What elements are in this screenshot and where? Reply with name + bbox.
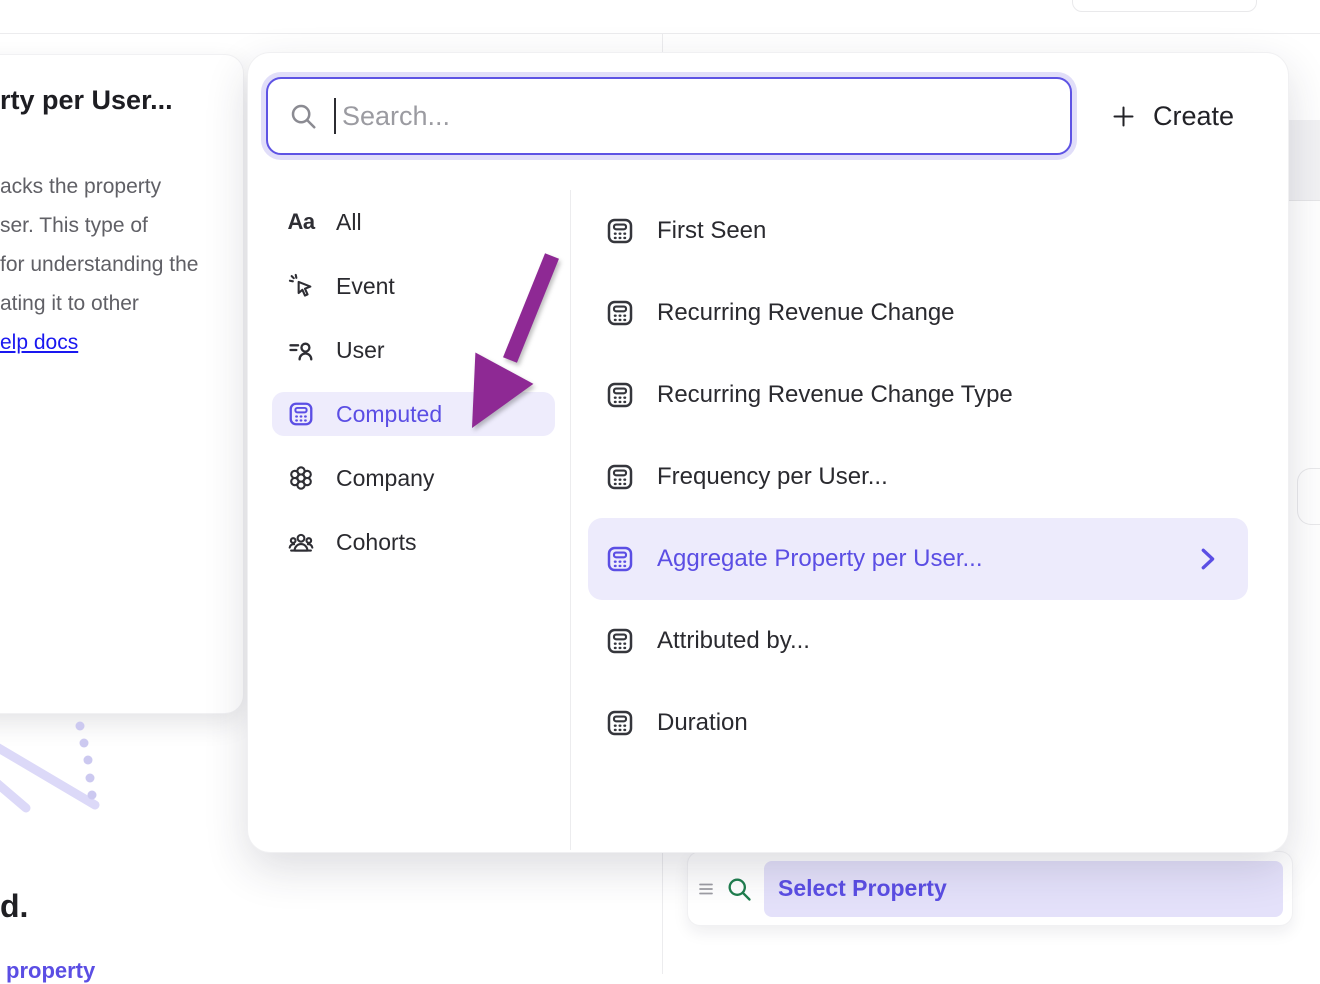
property-label: Duration — [657, 709, 748, 737]
user-list-icon — [287, 336, 315, 364]
category-all[interactable]: Aa All — [272, 200, 555, 244]
search-icon — [288, 101, 318, 131]
calculator-icon — [605, 626, 635, 656]
select-property-button[interactable]: Select Property — [764, 861, 1283, 917]
tooltip-text-line: acks the property — [0, 167, 198, 206]
top-divider — [0, 33, 1320, 34]
property-recurring-revenue-change-type[interactable]: Recurring Revenue Change Type — [588, 354, 1248, 436]
category-cohorts[interactable]: Cohorts — [272, 520, 555, 564]
property-duration[interactable]: Duration — [588, 682, 1248, 764]
calculator-icon — [605, 216, 635, 246]
category-label: Event — [336, 273, 395, 300]
cohorts-people-icon — [287, 528, 315, 556]
search-box — [266, 77, 1072, 155]
background-tab-edge — [1297, 468, 1320, 525]
category-label: All — [336, 209, 362, 236]
property-picker-modal: Create Aa All Event User Computed Company Coho… — [248, 53, 1288, 852]
modal-column-divider — [570, 190, 571, 850]
category-label: User — [336, 337, 385, 364]
calculator-icon — [287, 400, 315, 428]
tooltip-body: acks the propertyser. This type offor un… — [0, 167, 198, 323]
plus-icon — [1110, 103, 1137, 130]
property-label: Aggregate Property per User... — [657, 545, 983, 573]
property-recurring-revenue-change[interactable]: Recurring Revenue Change — [588, 272, 1248, 354]
create-button-label: Create — [1153, 101, 1234, 132]
property-frequency-per-user[interactable]: Frequency per User... — [588, 436, 1248, 518]
chevron-right-icon — [1192, 544, 1222, 574]
calculator-icon — [605, 708, 635, 738]
property-label: Attributed by... — [657, 627, 810, 655]
search-input[interactable] — [340, 100, 1070, 133]
background-button-outline — [1072, 0, 1257, 12]
text-aa-icon: Aa — [287, 208, 315, 236]
category-company[interactable]: Company — [272, 456, 555, 500]
property-search-icon — [725, 875, 753, 903]
drag-handle-icon[interactable] — [697, 879, 717, 899]
text-cursor — [334, 98, 336, 134]
tooltip-title: rty per User... — [0, 85, 173, 116]
calculator-icon — [605, 544, 635, 574]
category-event[interactable]: Event — [272, 264, 555, 308]
calculator-icon — [605, 380, 635, 410]
category-label: Computed — [336, 401, 442, 428]
tooltip-text-line: ser. This type of — [0, 206, 198, 245]
company-cluster-icon — [287, 464, 315, 492]
category-user[interactable]: User — [272, 328, 555, 372]
property-first-seen[interactable]: First Seen — [588, 190, 1248, 272]
category-label: Company — [336, 465, 434, 492]
tooltip-text-line: ating it to other — [0, 284, 198, 323]
category-computed[interactable]: Computed — [272, 392, 555, 436]
background-panel-edge — [1289, 120, 1320, 201]
calculator-icon — [605, 298, 635, 328]
property-select-row: Select Property — [688, 852, 1292, 925]
property-aggregate-property-per-user[interactable]: Aggregate Property per User... — [588, 518, 1248, 600]
property-label: Recurring Revenue Change — [657, 299, 955, 327]
property-label: Recurring Revenue Change Type — [657, 381, 1013, 409]
clipped-bottom-link[interactable]: property — [6, 958, 95, 984]
property-label: First Seen — [657, 217, 766, 245]
property-label: Frequency per User... — [657, 463, 888, 491]
property-list: First Seen Recurring Revenue Change Recurr… — [588, 190, 1248, 764]
category-list: Aa All Event User Computed Company Cohorts — [272, 200, 555, 584]
property-tooltip-card: rty per User... acks the propertyser. Th… — [0, 55, 243, 713]
cursor-click-icon — [287, 272, 315, 300]
category-label: Cohorts — [336, 529, 417, 556]
clipped-heading: d. — [0, 888, 28, 925]
tooltip-text-line: for understanding the — [0, 245, 198, 284]
help-docs-link[interactable]: elp docs — [0, 331, 78, 355]
empty-state-decoration — [0, 712, 110, 822]
calculator-icon — [605, 462, 635, 492]
create-button[interactable]: Create — [1110, 101, 1234, 132]
property-attributed-by[interactable]: Attributed by... — [588, 600, 1248, 682]
